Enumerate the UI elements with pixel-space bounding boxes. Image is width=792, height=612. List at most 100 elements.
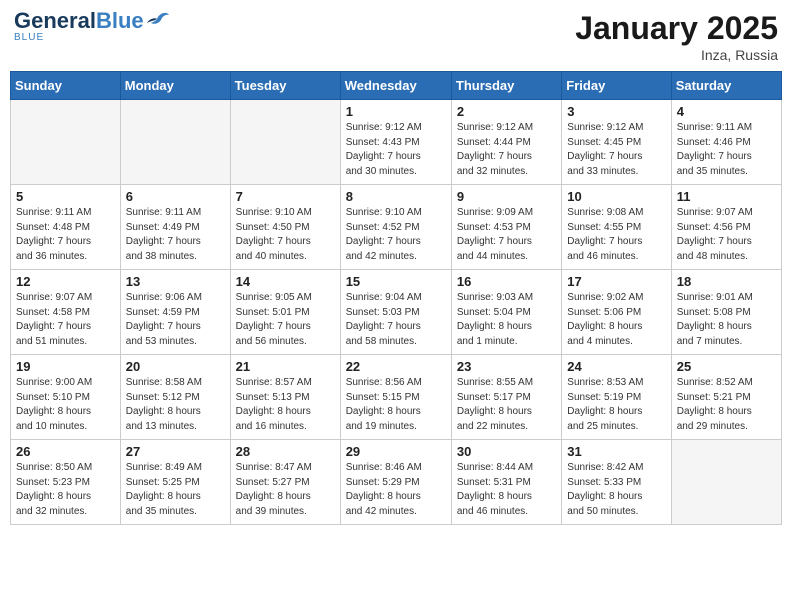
day-info: Sunrise: 8:56 AM Sunset: 5:15 PM Dayligh… (346, 376, 446, 434)
day-cell: 28 Sunrise: 8:47 AM Sunset: 5:27 PM Dayli… (230, 440, 340, 525)
day-cell (120, 100, 230, 185)
day-info: Sunrise: 9:12 AM Sunset: 4:43 PM Dayligh… (346, 121, 446, 179)
day-number: 11 (677, 189, 776, 204)
week-row-3: 12Sunrise: 9:07 AM Sunset: 4:58 PM Dayli… (11, 270, 782, 355)
day-info: Sunrise: 9:02 AM Sunset: 5:06 PM Dayligh… (567, 291, 665, 349)
day-cell: 24 Sunrise: 8:53 AM Sunset: 5:19 PM Dayli… (562, 355, 671, 440)
day-cell: 31Sunrise: 8:42 AM Sunset: 5:33 PM Dayli… (562, 440, 671, 525)
day-number: 16 (457, 274, 556, 289)
day-info: Sunrise: 9:01 AM Sunset: 5:08 PM Dayligh… (677, 291, 776, 349)
day-cell: 5 Sunrise: 9:11 AM Sunset: 4:48 PM Daylig… (11, 185, 121, 270)
logo: GeneralBlue BLUE (14, 10, 169, 43)
day-number: 19 (16, 359, 115, 374)
day-cell (11, 100, 121, 185)
col-header-wednesday: Wednesday (340, 72, 451, 100)
day-cell: 3Sunrise: 9:12 AM Sunset: 4:45 PM Daylig… (562, 100, 671, 185)
day-number: 29 (346, 444, 446, 459)
day-cell: 27Sunrise: 8:49 AM Sunset: 5:25 PM Dayli… (120, 440, 230, 525)
day-number: 7 (236, 189, 335, 204)
day-number: 13 (126, 274, 225, 289)
day-info: Sunrise: 8:55 AM Sunset: 5:17 PM Dayligh… (457, 376, 556, 434)
week-row-4: 19 Sunrise: 9:00 AM Sunset: 5:10 PM Dayli… (11, 355, 782, 440)
day-number: 6 (126, 189, 225, 204)
day-info: Sunrise: 8:53 AM Sunset: 5:19 PM Dayligh… (567, 376, 665, 434)
day-info: Sunrise: 9:03 AM Sunset: 5:04 PM Dayligh… (457, 291, 556, 349)
logo-text: GeneralBlue (14, 10, 144, 32)
day-cell: 25Sunrise: 8:52 AM Sunset: 5:21 PM Dayli… (671, 355, 781, 440)
day-info: Sunrise: 8:57 AM Sunset: 5:13 PM Dayligh… (236, 376, 335, 434)
day-cell: 15Sunrise: 9:04 AM Sunset: 5:03 PM Dayli… (340, 270, 451, 355)
day-cell: 16 Sunrise: 9:03 AM Sunset: 5:04 PM Dayli… (451, 270, 561, 355)
day-number: 25 (677, 359, 776, 374)
day-cell: 6 Sunrise: 9:11 AM Sunset: 4:49 PM Daylig… (120, 185, 230, 270)
month-title: January 2025 (575, 10, 778, 47)
day-cell: 2Sunrise: 9:12 AM Sunset: 4:44 PM Daylig… (451, 100, 561, 185)
week-row-2: 5 Sunrise: 9:11 AM Sunset: 4:48 PM Daylig… (11, 185, 782, 270)
calendar-header-row: SundayMondayTuesdayWednesdayThursdayFrid… (11, 72, 782, 100)
day-cell: 22 Sunrise: 8:56 AM Sunset: 5:15 PM Dayli… (340, 355, 451, 440)
day-number: 8 (346, 189, 446, 204)
day-cell: 1 Sunrise: 9:12 AM Sunset: 4:43 PM Daylig… (340, 100, 451, 185)
day-cell: 17Sunrise: 9:02 AM Sunset: 5:06 PM Dayli… (562, 270, 671, 355)
day-number: 14 (236, 274, 335, 289)
day-cell: 10 Sunrise: 9:08 AM Sunset: 4:55 PM Dayli… (562, 185, 671, 270)
day-info: Sunrise: 9:12 AM Sunset: 4:45 PM Dayligh… (567, 121, 665, 179)
day-number: 26 (16, 444, 115, 459)
day-cell (671, 440, 781, 525)
day-info: Sunrise: 8:47 AM Sunset: 5:27 PM Dayligh… (236, 461, 335, 519)
day-number: 20 (126, 359, 225, 374)
day-info: Sunrise: 8:58 AM Sunset: 5:12 PM Dayligh… (126, 376, 225, 434)
day-cell: 23 Sunrise: 8:55 AM Sunset: 5:17 PM Dayli… (451, 355, 561, 440)
day-info: Sunrise: 9:12 AM Sunset: 4:44 PM Dayligh… (457, 121, 556, 179)
day-info: Sunrise: 8:42 AM Sunset: 5:33 PM Dayligh… (567, 461, 665, 519)
day-cell: 8 Sunrise: 9:10 AM Sunset: 4:52 PM Daylig… (340, 185, 451, 270)
day-number: 24 (567, 359, 665, 374)
calendar-table: SundayMondayTuesdayWednesdayThursdayFrid… (10, 71, 782, 525)
day-cell (230, 100, 340, 185)
col-header-thursday: Thursday (451, 72, 561, 100)
day-cell: 21 Sunrise: 8:57 AM Sunset: 5:13 PM Dayli… (230, 355, 340, 440)
day-cell: 12Sunrise: 9:07 AM Sunset: 4:58 PM Dayli… (11, 270, 121, 355)
day-info: Sunrise: 9:00 AM Sunset: 5:10 PM Dayligh… (16, 376, 115, 434)
col-header-saturday: Saturday (671, 72, 781, 100)
col-header-monday: Monday (120, 72, 230, 100)
week-row-5: 26 Sunrise: 8:50 AM Sunset: 5:23 PM Dayli… (11, 440, 782, 525)
day-info: Sunrise: 8:50 AM Sunset: 5:23 PM Dayligh… (16, 461, 115, 519)
day-info: Sunrise: 9:07 AM Sunset: 4:56 PM Dayligh… (677, 206, 776, 264)
day-info: Sunrise: 9:11 AM Sunset: 4:48 PM Dayligh… (16, 206, 115, 264)
day-info: Sunrise: 9:07 AM Sunset: 4:58 PM Dayligh… (16, 291, 115, 349)
day-cell: 20 Sunrise: 8:58 AM Sunset: 5:12 PM Dayli… (120, 355, 230, 440)
day-info: Sunrise: 8:49 AM Sunset: 5:25 PM Dayligh… (126, 461, 225, 519)
day-number: 23 (457, 359, 556, 374)
day-cell: 19 Sunrise: 9:00 AM Sunset: 5:10 PM Dayli… (11, 355, 121, 440)
day-info: Sunrise: 9:11 AM Sunset: 4:49 PM Dayligh… (126, 206, 225, 264)
day-cell: 7 Sunrise: 9:10 AM Sunset: 4:50 PM Daylig… (230, 185, 340, 270)
day-info: Sunrise: 9:11 AM Sunset: 4:46 PM Dayligh… (677, 121, 776, 179)
day-cell: 29Sunrise: 8:46 AM Sunset: 5:29 PM Dayli… (340, 440, 451, 525)
day-cell: 30Sunrise: 8:44 AM Sunset: 5:31 PM Dayli… (451, 440, 561, 525)
day-info: Sunrise: 9:10 AM Sunset: 4:50 PM Dayligh… (236, 206, 335, 264)
day-info: Sunrise: 9:06 AM Sunset: 4:59 PM Dayligh… (126, 291, 225, 349)
day-info: Sunrise: 9:08 AM Sunset: 4:55 PM Dayligh… (567, 206, 665, 264)
day-number: 22 (346, 359, 446, 374)
day-info: Sunrise: 9:04 AM Sunset: 5:03 PM Dayligh… (346, 291, 446, 349)
day-cell: 18 Sunrise: 9:01 AM Sunset: 5:08 PM Dayli… (671, 270, 781, 355)
location: Inza, Russia (575, 47, 778, 63)
logo-tagline: BLUE (14, 32, 44, 43)
title-block: January 2025 Inza, Russia (575, 10, 778, 63)
day-number: 18 (677, 274, 776, 289)
logo-bird-icon (147, 11, 169, 27)
col-header-friday: Friday (562, 72, 671, 100)
day-number: 10 (567, 189, 665, 204)
day-info: Sunrise: 9:10 AM Sunset: 4:52 PM Dayligh… (346, 206, 446, 264)
day-number: 28 (236, 444, 335, 459)
day-cell: 26 Sunrise: 8:50 AM Sunset: 5:23 PM Dayli… (11, 440, 121, 525)
day-number: 4 (677, 104, 776, 119)
day-info: Sunrise: 9:05 AM Sunset: 5:01 PM Dayligh… (236, 291, 335, 349)
day-cell: 11 Sunrise: 9:07 AM Sunset: 4:56 PM Dayli… (671, 185, 781, 270)
day-number: 1 (346, 104, 446, 119)
day-cell: 14 Sunrise: 9:05 AM Sunset: 5:01 PM Dayli… (230, 270, 340, 355)
day-number: 21 (236, 359, 335, 374)
day-number: 30 (457, 444, 556, 459)
day-number: 5 (16, 189, 115, 204)
